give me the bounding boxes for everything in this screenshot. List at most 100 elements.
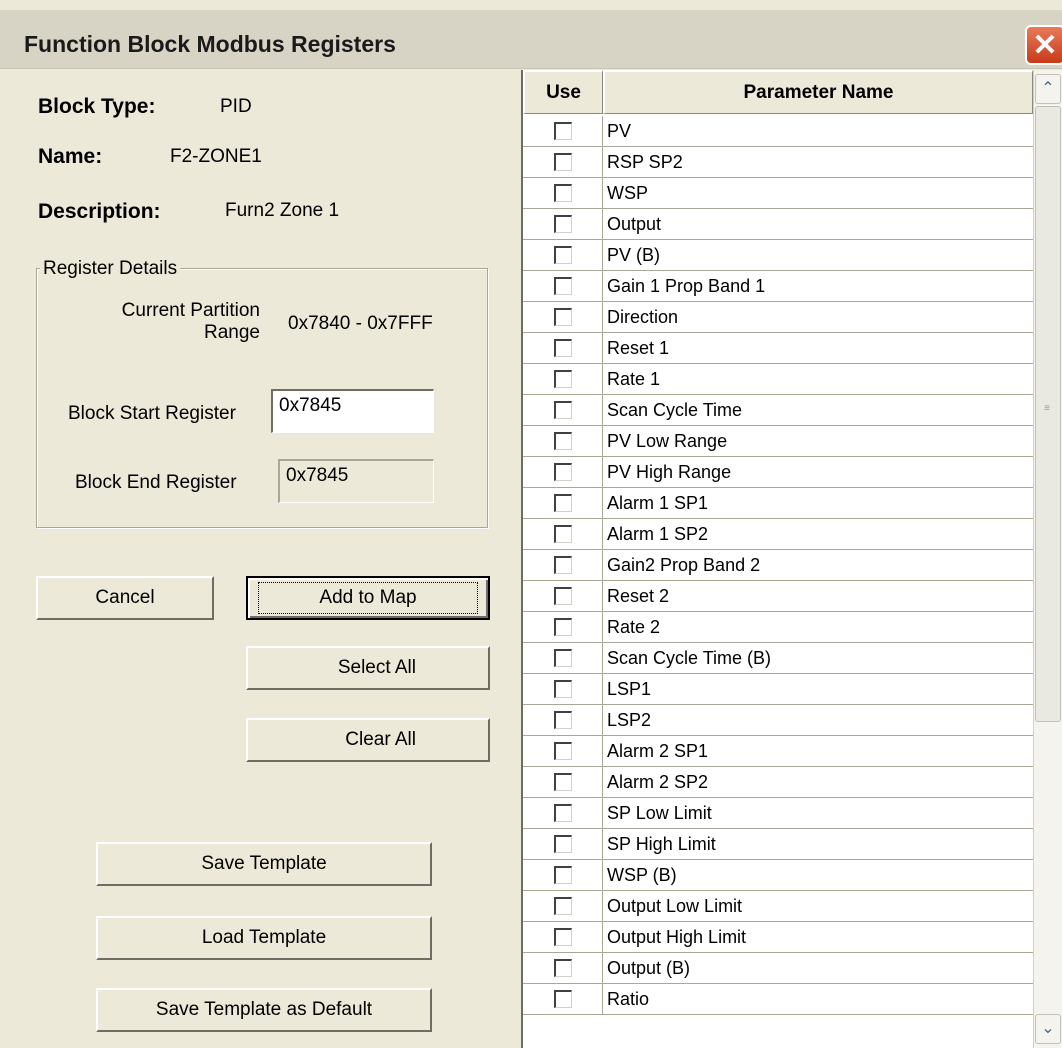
table-row[interactable]: Reset 1 — [523, 333, 1033, 364]
use-checkbox[interactable] — [553, 432, 572, 450]
use-checkbox[interactable] — [553, 866, 572, 884]
use-cell — [523, 922, 603, 952]
table-row[interactable]: Output High Limit — [523, 922, 1033, 953]
table-row[interactable]: Alarm 2 SP2 — [523, 767, 1033, 798]
parameter-name-cell: Direction — [607, 306, 679, 327]
table-row[interactable]: PV (B) — [523, 240, 1033, 271]
column-header-use[interactable]: Use — [523, 70, 603, 114]
parameter-name-cell: Gain2 Prop Band 2 — [607, 554, 761, 575]
use-checkbox[interactable] — [553, 339, 572, 357]
table-row[interactable]: Output — [523, 209, 1033, 240]
close-icon[interactable]: ✕ — [1025, 25, 1062, 65]
column-header-parameter-name[interactable]: Parameter Name — [603, 70, 1033, 114]
use-checkbox[interactable] — [553, 928, 572, 946]
use-checkbox[interactable] — [553, 308, 572, 326]
table-row[interactable]: WSP — [523, 178, 1033, 209]
use-checkbox[interactable] — [553, 680, 572, 698]
list-header: Use Parameter Name — [523, 70, 1033, 114]
table-row[interactable]: Alarm 1 SP1 — [523, 488, 1033, 519]
table-row[interactable]: Gain 1 Prop Band 1 — [523, 271, 1033, 302]
use-cell — [523, 581, 603, 611]
name-value: F2-ZONE1 — [170, 146, 262, 167]
use-checkbox[interactable] — [553, 370, 572, 388]
table-row[interactable]: Alarm 1 SP2 — [523, 519, 1033, 550]
clear-all-button[interactable]: Clear All — [246, 718, 490, 762]
table-row[interactable]: Scan Cycle Time (B) — [523, 643, 1033, 674]
use-checkbox[interactable] — [553, 277, 572, 295]
scroll-up-icon[interactable]: ⌃ — [1035, 74, 1061, 104]
table-row[interactable]: Reset 2 — [523, 581, 1033, 612]
parameter-name-cell: Output Low Limit — [607, 895, 743, 916]
table-row[interactable]: Rate 1 — [523, 364, 1033, 395]
table-row[interactable]: Direction — [523, 302, 1033, 333]
block-start-input[interactable]: 0x7845 — [271, 389, 434, 433]
save-template-button[interactable]: Save Template — [96, 842, 432, 886]
scroll-down-icon[interactable]: ⌄ — [1035, 1014, 1061, 1044]
vertical-scrollbar[interactable]: ⌃ ≡ ⌄ — [1033, 70, 1062, 1048]
parameter-name-cell: PV Low Range — [607, 430, 728, 451]
use-checkbox[interactable] — [553, 153, 572, 171]
use-checkbox[interactable] — [553, 618, 572, 636]
use-cell — [523, 674, 603, 704]
parameter-name-cell: LSP1 — [607, 678, 652, 699]
parameter-list[interactable]: Use Parameter Name PV RSP SP2 WSP Output PV … — [521, 70, 1033, 1048]
use-checkbox[interactable] — [553, 525, 572, 543]
use-checkbox[interactable] — [553, 184, 572, 202]
select-all-button[interactable]: Select All — [246, 646, 490, 690]
use-checkbox[interactable] — [553, 556, 572, 574]
table-row[interactable]: LSP2 — [523, 705, 1033, 736]
use-cell — [523, 209, 603, 239]
use-checkbox[interactable] — [553, 804, 572, 822]
table-row[interactable]: Ratio — [523, 984, 1033, 1015]
table-row[interactable]: SP High Limit — [523, 829, 1033, 860]
table-row[interactable]: PV Low Range — [523, 426, 1033, 457]
table-row[interactable]: WSP (B) — [523, 860, 1033, 891]
save-template-default-button[interactable]: Save Template as Default — [96, 988, 432, 1032]
table-row[interactable]: PV High Range — [523, 457, 1033, 488]
parameter-name-cell: SP High Limit — [607, 833, 716, 854]
table-row[interactable]: LSP1 — [523, 674, 1033, 705]
table-row[interactable]: Alarm 2 SP1 — [523, 736, 1033, 767]
use-checkbox[interactable] — [553, 711, 572, 729]
use-checkbox[interactable] — [553, 246, 572, 264]
grip-icon: ≡ — [1044, 403, 1050, 414]
use-cell — [523, 364, 603, 394]
use-cell — [523, 426, 603, 456]
use-checkbox[interactable] — [553, 401, 572, 419]
use-cell — [523, 767, 603, 797]
table-row[interactable]: Rate 2 — [523, 612, 1033, 643]
parameter-name-cell: PV (B) — [607, 244, 661, 265]
load-template-button[interactable]: Load Template — [96, 916, 432, 960]
table-row[interactable]: Output (B) — [523, 953, 1033, 984]
use-checkbox[interactable] — [553, 773, 572, 791]
use-cell — [523, 984, 603, 1014]
table-row[interactable]: RSP SP2 — [523, 147, 1033, 178]
use-checkbox[interactable] — [553, 990, 572, 1008]
cancel-button[interactable]: Cancel — [36, 576, 214, 620]
use-cell — [523, 240, 603, 270]
use-checkbox[interactable] — [553, 587, 572, 605]
parameter-name-cell: Output (B) — [607, 957, 691, 978]
add-to-map-button[interactable]: Add to Map — [246, 576, 490, 620]
table-row[interactable]: Gain2 Prop Band 2 — [523, 550, 1033, 581]
dialog-window: Function Block Modbus Registers ✕ Block … — [0, 0, 1062, 1048]
table-row[interactable]: SP Low Limit — [523, 798, 1033, 829]
table-row[interactable]: PV — [523, 116, 1033, 147]
table-row[interactable]: Scan Cycle Time — [523, 395, 1033, 426]
use-checkbox[interactable] — [553, 959, 572, 977]
table-row[interactable]: Output Low Limit — [523, 891, 1033, 922]
use-checkbox[interactable] — [553, 215, 572, 233]
use-cell — [523, 302, 603, 332]
use-checkbox[interactable] — [553, 835, 572, 853]
use-cell — [523, 395, 603, 425]
use-cell — [523, 271, 603, 301]
use-checkbox[interactable] — [553, 742, 572, 760]
use-checkbox[interactable] — [553, 649, 572, 667]
use-checkbox[interactable] — [553, 494, 572, 512]
use-cell — [523, 891, 603, 921]
use-checkbox[interactable] — [553, 897, 572, 915]
scroll-thumb[interactable]: ≡ — [1035, 106, 1061, 722]
use-checkbox[interactable] — [553, 122, 572, 140]
use-cell — [523, 333, 603, 363]
use-checkbox[interactable] — [553, 463, 572, 481]
